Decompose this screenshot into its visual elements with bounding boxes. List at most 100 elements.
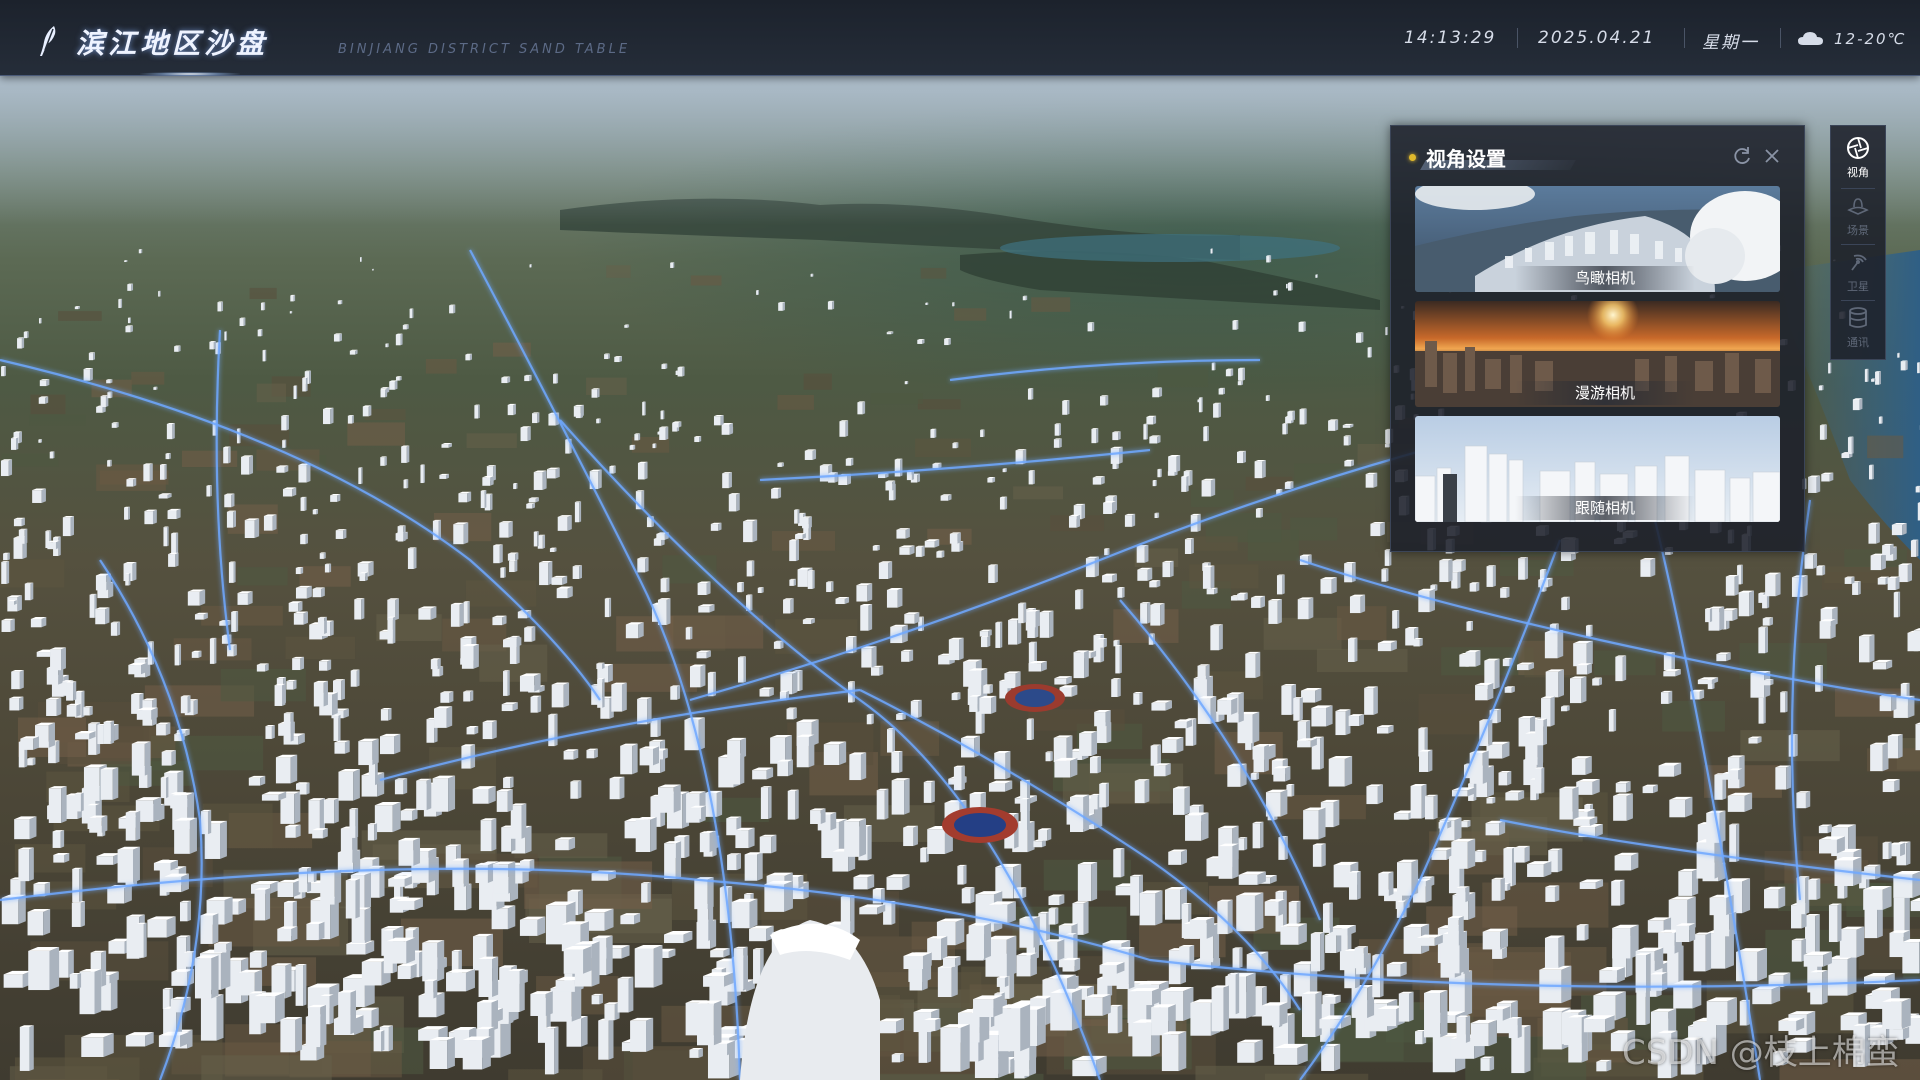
building — [1647, 920, 1664, 933]
building-side — [720, 414, 724, 426]
tool-view[interactable]: 视角 — [1831, 130, 1885, 186]
building — [1592, 678, 1599, 686]
building-side — [1492, 565, 1496, 587]
building — [237, 593, 248, 605]
building — [694, 436, 700, 443]
building — [28, 950, 50, 991]
building-side — [423, 464, 425, 484]
building-side — [1165, 763, 1171, 777]
building — [513, 483, 517, 490]
building — [454, 885, 467, 911]
building-side — [581, 1015, 588, 1047]
building-side — [1360, 594, 1366, 614]
building — [330, 495, 338, 502]
building-side — [718, 522, 722, 531]
building — [591, 995, 600, 1005]
building — [1164, 889, 1181, 920]
building-side — [1117, 1004, 1123, 1034]
building — [1917, 362, 1920, 374]
building-side — [1285, 766, 1291, 782]
building-side — [741, 582, 745, 593]
building-side — [341, 679, 345, 701]
building — [124, 507, 129, 520]
building-side — [771, 834, 777, 854]
building-side — [641, 490, 645, 510]
building — [95, 609, 106, 625]
building-side — [41, 488, 46, 503]
building — [710, 950, 724, 958]
building-side — [1778, 886, 1786, 909]
building — [835, 598, 845, 605]
building-side — [921, 545, 925, 557]
building — [1004, 673, 1016, 689]
building — [295, 567, 301, 575]
building — [961, 888, 971, 904]
building-side — [1620, 879, 1625, 906]
building — [1045, 752, 1051, 762]
building — [1915, 724, 1920, 751]
building — [1325, 935, 1337, 953]
building — [1465, 651, 1476, 667]
building-side — [1489, 1056, 1495, 1071]
tool-communication[interactable]: 通讯 — [1831, 300, 1885, 356]
building — [71, 902, 81, 927]
building-side — [89, 367, 93, 381]
follow-camera-card[interactable]: 跟随相机 — [1415, 416, 1780, 522]
building-side — [373, 268, 374, 271]
building-side — [189, 817, 197, 854]
building — [878, 474, 886, 479]
building — [1608, 709, 1614, 732]
building — [968, 670, 982, 699]
building — [1347, 638, 1355, 662]
building — [853, 877, 868, 890]
roaming-camera-card[interactable]: 漫游相机 — [1415, 301, 1780, 407]
building — [730, 755, 741, 785]
building-side — [1757, 948, 1767, 982]
building — [727, 854, 737, 871]
building-side — [1506, 587, 1510, 598]
terrain-patch — [1031, 297, 1071, 312]
building — [108, 941, 125, 954]
building-side — [1178, 1031, 1187, 1072]
building-side — [1155, 479, 1157, 487]
building-side — [1144, 779, 1150, 804]
building — [1573, 643, 1587, 667]
building — [507, 553, 516, 561]
building — [209, 341, 214, 350]
building — [407, 548, 414, 569]
building — [1663, 671, 1676, 677]
building — [1113, 849, 1121, 878]
building-side — [563, 682, 570, 708]
building-side — [1361, 332, 1364, 343]
building-side — [743, 656, 747, 683]
building — [103, 722, 111, 744]
close-icon[interactable] — [1763, 147, 1781, 165]
building-side — [701, 805, 706, 819]
building-side — [628, 976, 634, 1013]
building — [424, 980, 434, 999]
building-side — [957, 692, 961, 701]
building-side — [497, 1008, 503, 1022]
refresh-icon[interactable] — [1731, 145, 1753, 167]
building — [759, 836, 772, 854]
building — [660, 411, 664, 420]
building-side — [394, 733, 401, 755]
building — [1151, 1007, 1169, 1036]
building — [323, 799, 335, 824]
building — [118, 299, 121, 309]
building-side — [372, 738, 379, 766]
building — [1410, 785, 1422, 819]
building-side — [399, 376, 402, 381]
building-side — [795, 539, 800, 562]
building-side — [1291, 282, 1293, 291]
building-side — [1902, 522, 1907, 536]
building — [1367, 347, 1371, 358]
building — [472, 788, 489, 804]
tool-scene[interactable]: 场景 — [1831, 188, 1885, 244]
building-side — [1055, 907, 1059, 925]
building — [980, 636, 988, 648]
birdseye-camera-card[interactable]: 鸟瞰相机 — [1415, 186, 1780, 292]
building — [1348, 716, 1360, 726]
tool-satellite[interactable]: 卫星 — [1831, 244, 1885, 300]
building — [83, 369, 90, 381]
